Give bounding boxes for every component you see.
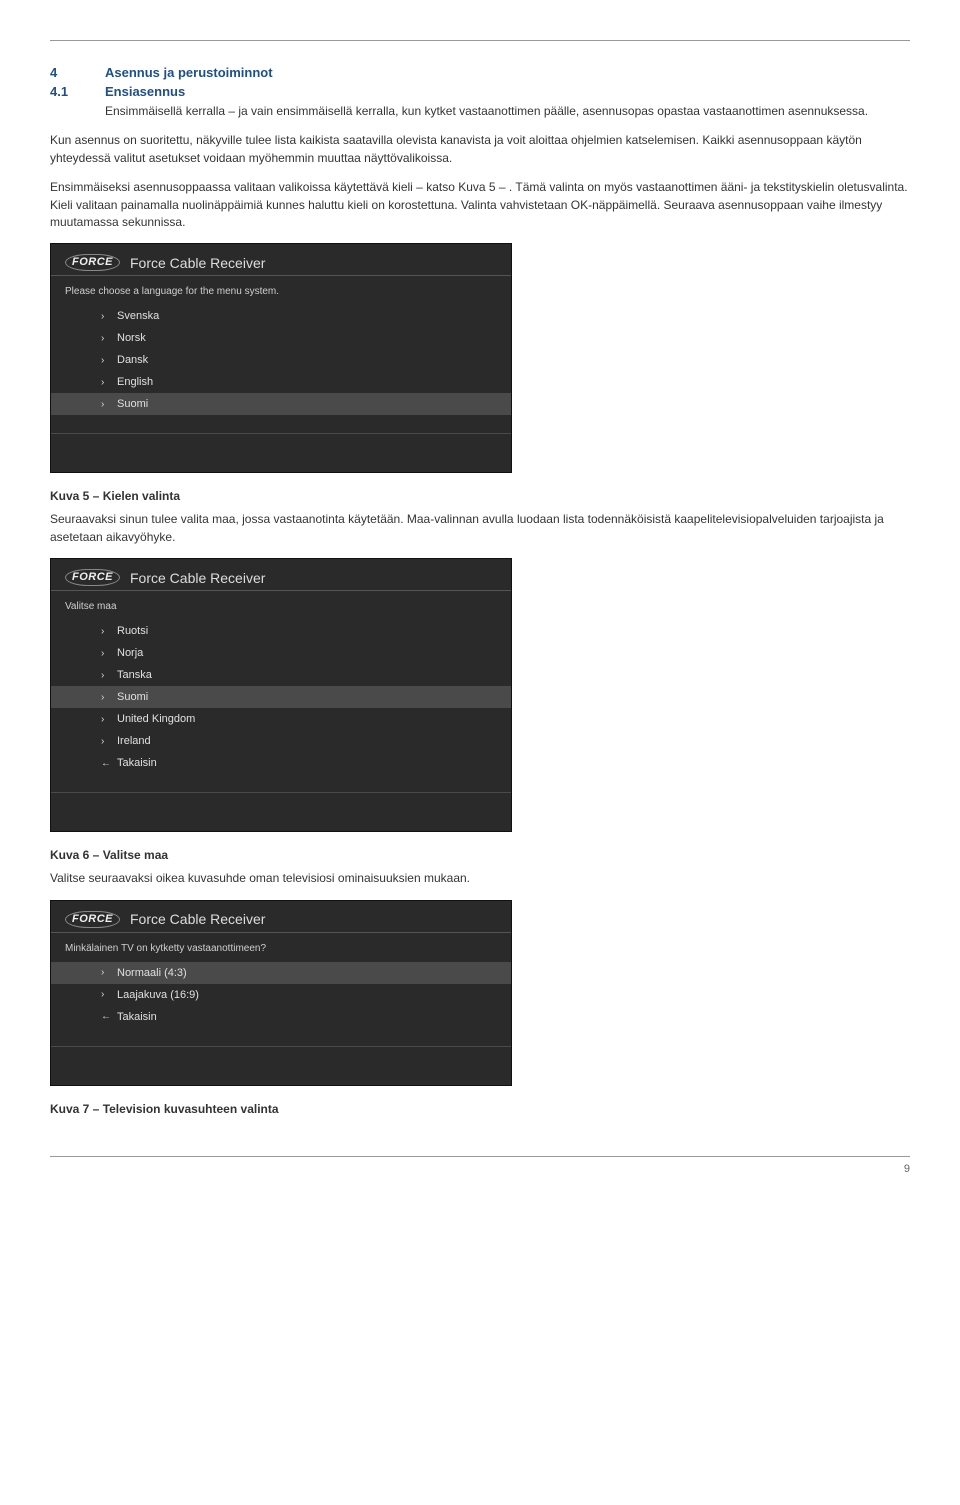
chevron-right-icon: ›: [101, 626, 117, 637]
paragraph-3: Ensimmäiseksi asennusoppaassa valitaan v…: [50, 179, 910, 231]
list-item-label: Svenska: [117, 310, 159, 322]
screenshot-header: FORCE Force Cable Receiver: [51, 559, 511, 591]
list-item-label: Normaali (4:3): [117, 967, 187, 979]
chevron-right-icon: ›: [101, 355, 117, 366]
subsection-title: Ensiasennus: [105, 84, 185, 99]
chevron-right-icon: ›: [101, 399, 117, 410]
list-item[interactable]: ›Svenska: [51, 305, 511, 327]
list-item-selected[interactable]: ›Suomi: [51, 393, 511, 415]
screenshot-footer: [51, 792, 511, 831]
chevron-right-icon: ›: [101, 714, 117, 725]
screenshot-title: Force Cable Receiver: [130, 570, 265, 586]
screenshot-header: FORCE Force Cable Receiver: [51, 901, 511, 933]
figure-caption-6: Kuva 6 – Valitse maa: [50, 848, 910, 862]
chevron-right-icon: ›: [101, 967, 117, 978]
chevron-right-icon: ›: [101, 670, 117, 681]
back-arrow-icon: ←: [101, 758, 117, 769]
list-item-label: Laajakuva (16:9): [117, 989, 199, 1001]
prompt-text: Please choose a language for the menu sy…: [51, 276, 511, 303]
back-item[interactable]: ←Takaisin: [51, 752, 511, 774]
page-footer: 9: [50, 1156, 910, 1175]
chevron-right-icon: ›: [101, 648, 117, 659]
list-item-label: Ireland: [117, 735, 151, 747]
paragraph-2: Kun asennus on suoritettu, näkyville tul…: [50, 132, 910, 167]
list-item-label: Ruotsi: [117, 625, 148, 637]
back-label: Takaisin: [117, 1011, 157, 1023]
prompt-text: Valitse maa: [51, 591, 511, 618]
list-item[interactable]: ›Tanska: [51, 664, 511, 686]
page-number: 9: [904, 1163, 910, 1175]
aspect-list: ›Normaali (4:3) ›Laajakuva (16:9) ←Takai…: [51, 960, 511, 1046]
list-item-selected[interactable]: ›Normaali (4:3): [51, 962, 511, 984]
chevron-right-icon: ›: [101, 736, 117, 747]
page-top-rule: [50, 40, 910, 41]
list-item-label: Norsk: [117, 332, 146, 344]
screenshot-header: FORCE Force Cable Receiver: [51, 244, 511, 276]
list-item[interactable]: ›English: [51, 371, 511, 393]
chevron-right-icon: ›: [101, 333, 117, 344]
screenshot-footer: [51, 1046, 511, 1085]
list-item-label: Suomi: [117, 691, 148, 703]
paragraph-1: Ensimmäisellä kerralla – ja vain ensimmä…: [105, 103, 910, 120]
list-item-label: English: [117, 376, 153, 388]
section-num: 4: [50, 65, 105, 80]
screenshot-aspect: FORCE Force Cable Receiver Minkälainen T…: [50, 900, 512, 1086]
force-logo-icon: FORCE: [65, 254, 120, 271]
list-item[interactable]: ›Ruotsi: [51, 620, 511, 642]
paragraph-4: Seuraavaksi sinun tulee valita maa, joss…: [50, 511, 910, 546]
subsection-heading: 4.1 Ensiasennus: [50, 84, 910, 99]
section-heading: 4 Asennus ja perustoiminnot: [50, 65, 910, 80]
figure-caption-5: Kuva 5 – Kielen valinta: [50, 489, 910, 503]
list-item-label: Suomi: [117, 398, 148, 410]
prompt-text: Minkälainen TV on kytketty vastaanottime…: [51, 933, 511, 960]
list-item[interactable]: ›Ireland: [51, 730, 511, 752]
list-item[interactable]: ›Laajakuva (16:9): [51, 984, 511, 1006]
list-item[interactable]: ›United Kingdom: [51, 708, 511, 730]
screenshot-country: FORCE Force Cable Receiver Valitse maa ›…: [50, 558, 512, 832]
language-list: ›Svenska ›Norsk ›Dansk ›English ›Suomi: [51, 303, 511, 433]
figure-caption-7: Kuva 7 – Television kuvasuhteen valinta: [50, 1102, 910, 1116]
screenshot-title: Force Cable Receiver: [130, 255, 265, 271]
list-item[interactable]: ›Norja: [51, 642, 511, 664]
chevron-right-icon: ›: [101, 989, 117, 1000]
list-item-selected[interactable]: ›Suomi: [51, 686, 511, 708]
section-title: Asennus ja perustoiminnot: [105, 65, 273, 80]
force-logo-icon: FORCE: [65, 569, 120, 586]
back-item[interactable]: ←Takaisin: [51, 1006, 511, 1028]
screenshot-footer: [51, 433, 511, 472]
paragraph-5: Valitse seuraavaksi oikea kuvasuhde oman…: [50, 870, 910, 887]
list-item-label: Tanska: [117, 669, 152, 681]
chevron-right-icon: ›: [101, 311, 117, 322]
screenshot-title: Force Cable Receiver: [130, 911, 265, 927]
back-arrow-icon: ←: [101, 1011, 117, 1022]
subsection-num: 4.1: [50, 84, 105, 99]
country-list: ›Ruotsi ›Norja ›Tanska ›Suomi ›United Ki…: [51, 618, 511, 792]
list-item-label: Norja: [117, 647, 143, 659]
list-item[interactable]: ›Dansk: [51, 349, 511, 371]
chevron-right-icon: ›: [101, 377, 117, 388]
list-item-label: United Kingdom: [117, 713, 195, 725]
force-logo-icon: FORCE: [65, 911, 120, 928]
list-item[interactable]: ›Norsk: [51, 327, 511, 349]
list-item-label: Dansk: [117, 354, 148, 366]
chevron-right-icon: ›: [101, 692, 117, 703]
screenshot-language: FORCE Force Cable Receiver Please choose…: [50, 243, 512, 473]
back-label: Takaisin: [117, 757, 157, 769]
